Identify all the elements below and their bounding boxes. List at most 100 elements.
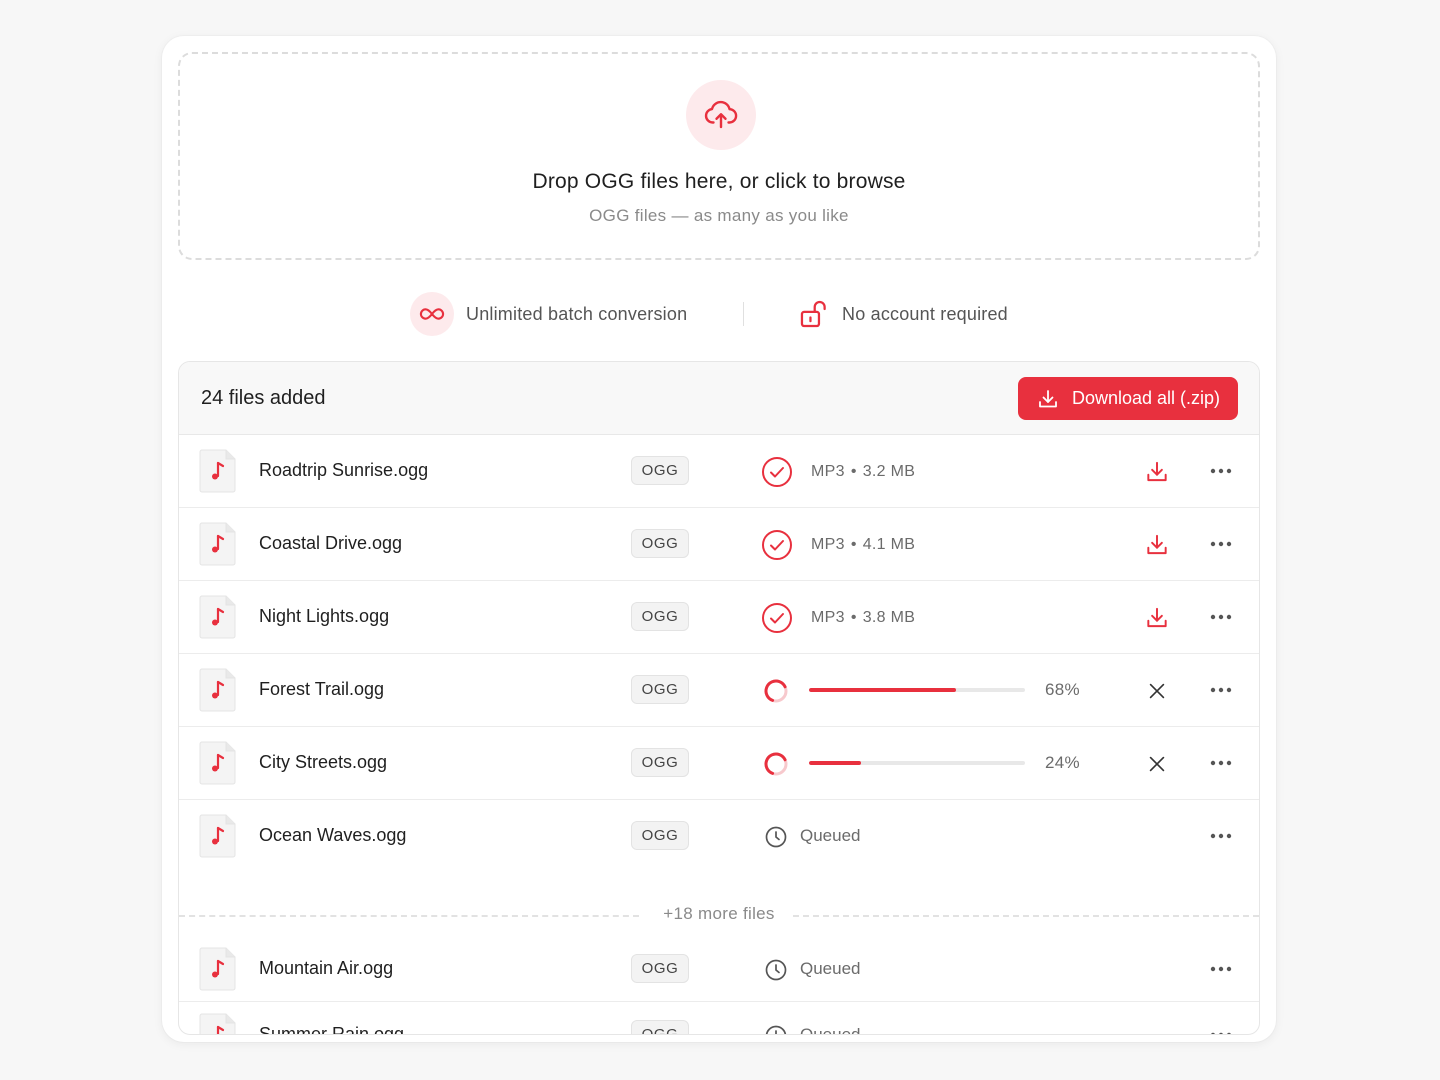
spinner-icon <box>764 679 788 703</box>
spinner-icon <box>764 752 788 776</box>
file-row: Mountain Air.ogg OGG Queued <box>179 935 1259 1002</box>
ellipsis-icon <box>1210 687 1232 693</box>
file-name: Mountain Air.ogg <box>259 957 394 978</box>
music-file-icon <box>199 668 236 712</box>
clock-icon <box>765 826 787 848</box>
download-all-button[interactable]: Download all (.zip) <box>1018 377 1238 420</box>
download-icon <box>1147 534 1167 555</box>
download-all-label: Download all (.zip) <box>1071 388 1221 408</box>
output-format: MP3 <box>811 536 845 553</box>
clock-icon <box>765 1025 787 1034</box>
cancel-button[interactable] <box>1143 677 1171 705</box>
file-name: Coastal Drive.ogg <box>259 533 403 553</box>
files-count: 24 files added <box>201 387 326 409</box>
file-name: Ocean Waves.ogg <box>259 825 407 845</box>
output-size: 4.1 MB <box>862 536 916 553</box>
feature-label: No account required <box>842 303 1008 324</box>
progress-bar <box>809 761 1025 765</box>
ellipsis-icon <box>1210 1032 1232 1034</box>
file-row: Roadtrip Sunrise.ogg OGG MP3 • 3.2 MB <box>179 434 1259 508</box>
check-circle-icon <box>762 457 792 487</box>
queued-status: Queued <box>800 1024 861 1035</box>
queued-status: Queued <box>800 958 861 978</box>
check-circle-icon <box>762 603 792 633</box>
output-size: 3.2 MB <box>862 463 916 480</box>
music-file-icon <box>199 814 236 858</box>
file-row: Coastal Drive.ogg OGG MP3 • 4.1 MB <box>179 507 1259 581</box>
music-file-icon <box>199 1013 236 1034</box>
file-name: Night Lights.ogg <box>259 606 390 626</box>
music-file-icon <box>199 741 236 785</box>
infinity-icon <box>410 292 454 336</box>
file-dropzone[interactable]: Drop OGG files here, or click to browse … <box>178 52 1260 260</box>
cancel-button[interactable] <box>1143 750 1171 778</box>
feature-no-account: No account required <box>792 292 1008 336</box>
unlock-icon <box>792 292 836 336</box>
progress-percent: 24% <box>1045 753 1080 772</box>
file-name: Summer Rain.ogg <box>259 1023 405 1035</box>
output-info: MP3 • 4.1 MB <box>811 536 916 553</box>
download-icon <box>1147 607 1167 628</box>
music-file-icon <box>199 947 236 990</box>
more-options-button[interactable] <box>1206 823 1236 849</box>
file-name: City Streets.ogg <box>259 752 388 772</box>
ellipsis-icon <box>1210 614 1232 620</box>
output-info: MP3 • 3.8 MB <box>811 609 916 626</box>
output-format: MP3 <box>811 463 845 480</box>
close-icon <box>1149 756 1165 772</box>
format-badge: OGG <box>631 456 689 485</box>
file-row: Night Lights.ogg OGG MP3 • 3.8 MB <box>179 580 1259 654</box>
more-options-button[interactable] <box>1206 750 1236 776</box>
ellipsis-icon <box>1210 468 1232 474</box>
feature-label: Unlimited batch conversion <box>466 303 688 324</box>
feature-highlights: Unlimited batch conversion No account re… <box>162 288 1276 340</box>
cloud-upload-icon <box>686 80 756 150</box>
progress-fill <box>809 688 956 692</box>
format-badge: OGG <box>631 748 689 777</box>
close-icon <box>1149 683 1165 699</box>
ellipsis-icon <box>1210 966 1232 971</box>
feature-divider <box>743 302 744 326</box>
check-circle-icon <box>762 530 792 560</box>
download-button[interactable] <box>1143 604 1171 632</box>
more-files-label: +18 more files <box>663 904 775 923</box>
output-info: MP3 • 3.2 MB <box>811 463 916 480</box>
more-options-button[interactable] <box>1206 604 1236 630</box>
ellipsis-icon <box>1210 760 1232 766</box>
download-button[interactable] <box>1143 531 1171 559</box>
more-options-button[interactable] <box>1206 458 1236 484</box>
file-row: City Streets.ogg OGG 24% <box>179 726 1259 800</box>
more-options-button[interactable] <box>1206 956 1236 982</box>
file-list-header: 24 files added Download all (.zip) <box>179 362 1259 435</box>
more-options-button[interactable] <box>1206 677 1236 703</box>
queued-status: Queued <box>800 826 861 845</box>
music-file-icon <box>199 595 236 639</box>
format-badge: OGG <box>631 1019 689 1034</box>
ellipsis-icon <box>1210 833 1232 839</box>
file-name: Roadtrip Sunrise.ogg <box>259 460 429 480</box>
format-badge: OGG <box>631 602 689 631</box>
converter-card: Drop OGG files here, or click to browse … <box>162 36 1276 1042</box>
download-icon <box>1039 389 1057 407</box>
file-row: Summer Rain.ogg OGG Queued <box>179 1001 1259 1035</box>
dropzone-subtitle: OGG files — as many as you like <box>589 206 849 225</box>
file-name: Forest Trail.ogg <box>259 679 385 699</box>
download-icon <box>1147 461 1167 482</box>
download-button[interactable] <box>1143 458 1171 486</box>
progress-bar <box>809 688 1025 692</box>
format-badge: OGG <box>631 821 689 850</box>
format-badge: OGG <box>631 953 689 983</box>
clock-icon <box>765 959 787 980</box>
more-options-button[interactable] <box>1206 1022 1236 1034</box>
file-row: Forest Trail.ogg OGG 68% <box>179 653 1259 727</box>
feature-unlimited: Unlimited batch conversion <box>410 292 687 336</box>
more-files-separator: +18 more files <box>179 895 1259 935</box>
progress-percent: 68% <box>1045 680 1080 699</box>
ellipsis-icon <box>1210 541 1232 547</box>
more-options-button[interactable] <box>1206 531 1236 557</box>
output-size: 3.8 MB <box>862 609 916 626</box>
progress-fill <box>809 761 861 765</box>
dropzone-title: Drop OGG files here, or click to browse <box>532 170 906 193</box>
format-badge: OGG <box>631 675 689 704</box>
music-file-icon <box>199 522 236 566</box>
